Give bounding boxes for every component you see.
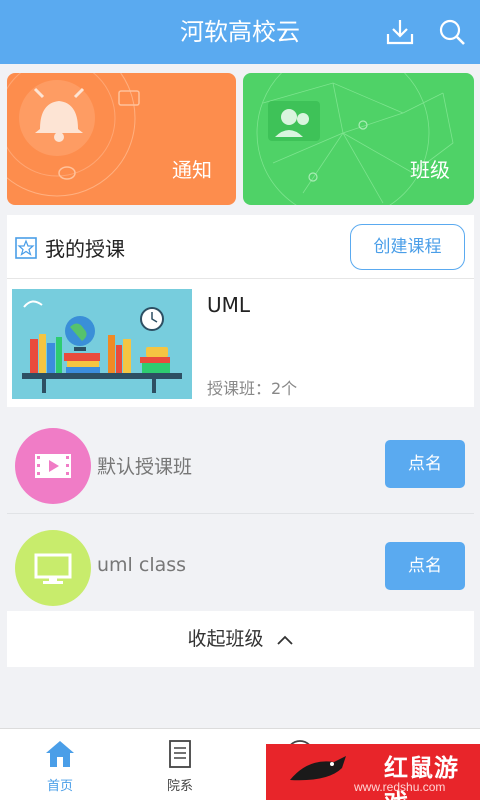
home-icon [46,741,74,767]
my-courses-card: 我的授课 创建课程 UML 授课班：2个 [7,215,474,407]
download-icon[interactable] [384,16,416,48]
create-course-button[interactable]: 创建课程 [350,224,465,270]
class-name: uml class [97,554,187,576]
class-tile[interactable]: 班级 [243,73,474,205]
bell-icon [7,73,140,197]
class-name: 默认授课班 [97,456,193,478]
video-icon [35,454,71,478]
monitor-icon [34,553,72,584]
notice-tile[interactable]: 通知 [7,73,236,205]
collapse-label: 收起班级 [187,628,264,650]
class-row[interactable]: 默认授课班 点名 [7,414,474,514]
nav-department-label: 院系 [166,779,193,794]
nav-department[interactable]: 院系 [120,729,240,800]
class-avatar [15,530,91,606]
class-row[interactable]: uml class 点名 [7,516,474,616]
star-icon [15,237,37,259]
course-class-count: 授课班：2个 [207,379,298,398]
collapse-classes-button[interactable]: 收起班级 [7,611,474,667]
nav-home-label: 首页 [46,779,73,794]
watermark: 红鼠游戏 www.redshu.com [266,744,480,800]
search-icon[interactable] [436,16,468,48]
roll-call-button[interactable]: 点名 [385,542,465,590]
notice-label: 通知 [172,158,212,182]
people-icon [256,73,454,205]
roll-call-button[interactable]: 点名 [385,440,465,488]
list-icon [169,740,191,768]
my-courses-title: 我的授课 [45,237,125,261]
nav-home[interactable]: 首页 [0,729,120,800]
course-name[interactable]: UML [207,293,250,317]
my-courses-header: 我的授课 创建课程 [7,215,474,279]
class-avatar [15,428,91,504]
class-label: 班级 [410,158,450,182]
chevron-up-icon [276,635,293,645]
course-thumbnail[interactable] [12,289,192,399]
mouse-logo-icon [290,756,346,781]
watermark-url: www.redshu.com [354,780,446,794]
top-bar: 河软高校云 [0,0,480,64]
